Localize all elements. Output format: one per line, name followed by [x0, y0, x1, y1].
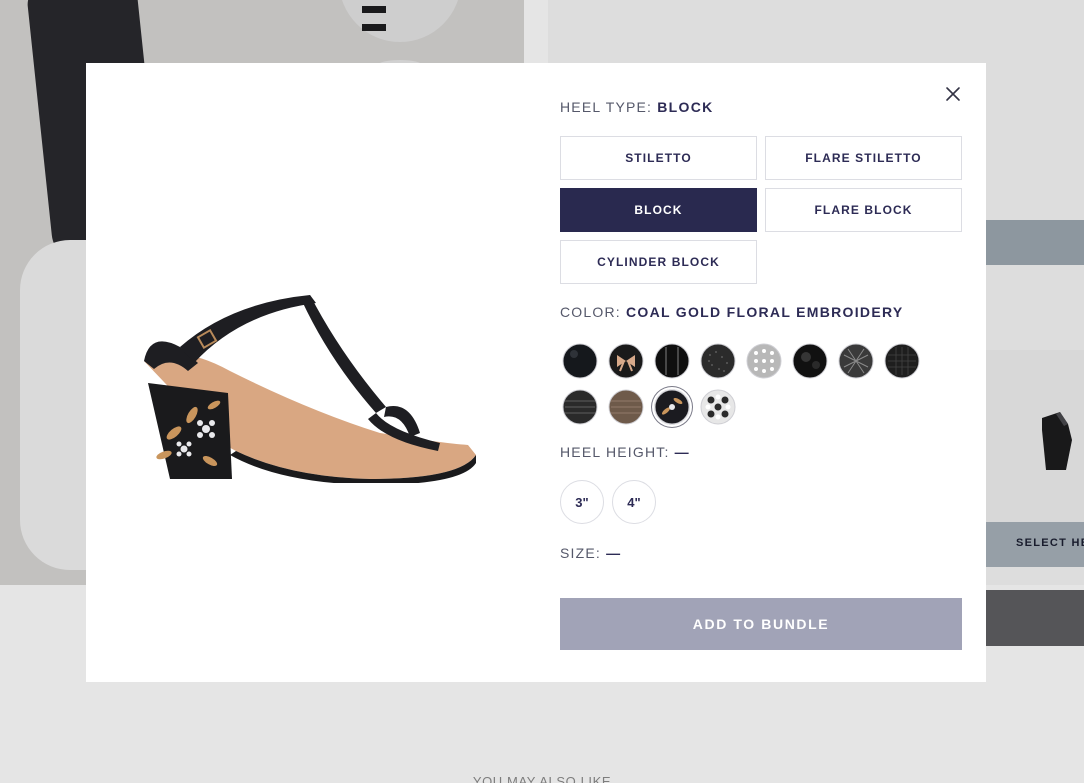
pearl-swatch[interactable] [700, 389, 736, 425]
floral-embroidery-swatch[interactable] [654, 389, 690, 425]
close-icon[interactable] [944, 85, 962, 103]
heel-type-value: BLOCK [657, 99, 714, 115]
size-label: SIZE: [560, 545, 602, 561]
tweed-swatch[interactable] [838, 343, 874, 379]
bronze-swatch[interactable] [608, 389, 644, 425]
product-options-modal: HEEL TYPE: BLOCK STILETTO FLARE STILETTO… [86, 63, 986, 682]
heel-type-label: HEEL TYPE: [560, 99, 653, 115]
color-label: COLOR: [560, 304, 621, 320]
striped-black-swatch[interactable] [562, 389, 598, 425]
block-heel-sandal-image [144, 295, 476, 483]
solid-black-swatch[interactable] [562, 343, 598, 379]
heel-height-option-3[interactable]: 3" [560, 480, 604, 524]
heel-height-option-4[interactable]: 4" [612, 480, 656, 524]
heel-type-heading: HEEL TYPE: BLOCK [560, 99, 714, 115]
options-panel: HEEL TYPE: BLOCK STILETTO FLARE STILETTO… [536, 63, 986, 682]
heel-option-flare-block[interactable]: FLARE BLOCK [765, 188, 962, 232]
size-heading: SIZE: — [560, 545, 621, 561]
mesh-black-swatch[interactable] [884, 343, 920, 379]
patent-black-swatch[interactable] [654, 343, 690, 379]
heel-option-flare-stiletto[interactable]: FLARE STILETTO [765, 136, 962, 180]
heel-height-heading: HEEL HEIGHT: — [560, 444, 690, 460]
heel-option-block[interactable]: BLOCK [560, 188, 757, 232]
glossy-black-swatch[interactable] [792, 343, 828, 379]
heel-option-cylinder-block[interactable]: CYLINDER BLOCK [560, 240, 757, 284]
add-to-bundle-button[interactable]: ADD TO BUNDLE [560, 598, 962, 650]
heel-height-value: — [674, 444, 690, 460]
textured-black-swatch[interactable] [700, 343, 736, 379]
heel-option-stiletto[interactable]: STILETTO [560, 136, 757, 180]
bow-swatch[interactable] [608, 343, 644, 379]
size-value: — [606, 545, 622, 561]
heel-height-label: HEEL HEIGHT: [560, 444, 670, 460]
color-value: COAL GOLD FLORAL EMBROIDERY [625, 304, 904, 320]
product-image-panel [86, 63, 536, 682]
color-heading: COLOR: COAL GOLD FLORAL EMBROIDERY [560, 304, 904, 320]
silver-dots-swatch[interactable] [746, 343, 782, 379]
